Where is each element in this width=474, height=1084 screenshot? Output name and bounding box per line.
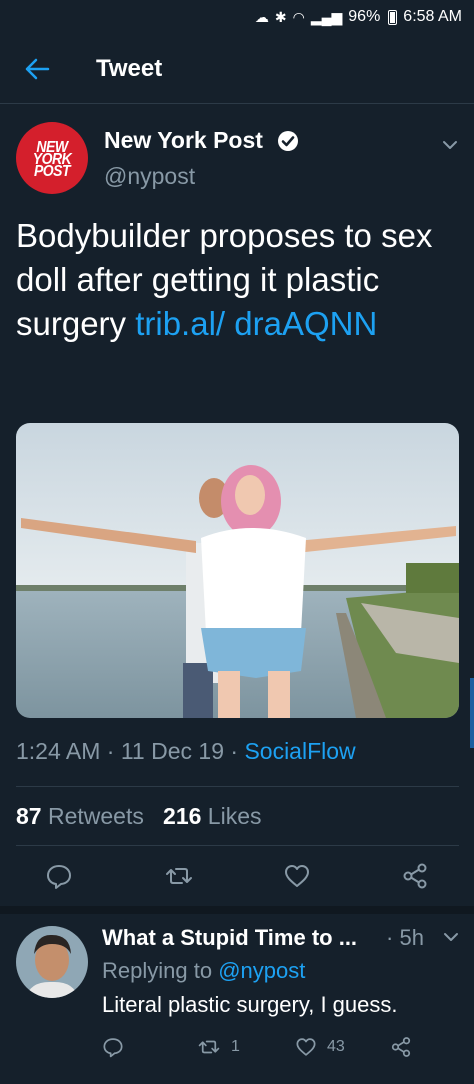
tweet-link[interactable]: trib.al/ draAQNN: [135, 305, 377, 342]
reply-icon[interactable]: [102, 1036, 124, 1058]
reply-like-count: 43: [327, 1038, 345, 1055]
likes-count: 216: [163, 803, 202, 829]
reply-retweet-count: 1: [231, 1038, 240, 1055]
reply-time-value: 5h: [399, 925, 424, 950]
retweets-label: Retweets: [47, 803, 144, 829]
separator: ·: [106, 738, 121, 764]
likes-stat[interactable]: 216 Likes: [163, 803, 261, 829]
separator: ·: [386, 925, 400, 950]
signal-icon: ▂▄▆: [310, 9, 343, 25]
photo-illustration: [16, 423, 459, 718]
clock: 6:58 AM: [403, 8, 462, 25]
battery-icon: [388, 9, 398, 25]
nypost-avatar[interactable]: NEW YORK POST: [16, 122, 88, 194]
avatar-photo: [16, 926, 88, 998]
divider: [16, 786, 459, 787]
heart-icon[interactable]: [295, 1036, 317, 1058]
retweet-icon[interactable]: [198, 1036, 220, 1058]
tweet-source[interactable]: SocialFlow: [244, 738, 355, 764]
separator: ·: [230, 738, 245, 764]
divider: [16, 845, 459, 846]
share-icon[interactable]: [401, 862, 429, 890]
retweet-icon[interactable]: [165, 862, 193, 890]
replying-to-handle[interactable]: @nypost: [218, 958, 305, 983]
bluetooth-icon: ✱: [274, 9, 287, 25]
reply-actions: 1 43: [0, 1032, 474, 1062]
reply-text: Literal plastic surgery, I guess.: [102, 992, 398, 1017]
section-divider: [0, 906, 474, 914]
tweet-text: Bodybuilder proposes to sex doll after g…: [16, 214, 456, 346]
tweet-time: 1:24 AM: [16, 738, 101, 764]
author-name[interactable]: New York Post: [104, 127, 263, 154]
tweet-meta: 1:24 AM · 11 Dec 19 · SocialFlow: [16, 738, 356, 765]
retweets-count: 87: [16, 803, 42, 829]
cloud-icon: ☁: [254, 9, 269, 25]
retweets-stat[interactable]: 87 Retweets: [16, 803, 144, 829]
battery-percent: 96%: [348, 8, 381, 25]
tweet-stats: 87 Retweets 216 Likes: [16, 803, 262, 830]
back-button[interactable]: [22, 54, 52, 84]
reply-time: · 5h: [386, 925, 424, 951]
avatar-text-3: POST: [33, 160, 71, 180]
reply-author-name[interactable]: What a Stupid Time to ...: [102, 925, 357, 951]
likes-label: Likes: [207, 803, 262, 829]
reply-icon[interactable]: [45, 862, 73, 890]
back-arrow-icon: [25, 58, 50, 80]
chevron-down-icon[interactable]: [442, 928, 460, 946]
verified-badge-icon: [278, 131, 298, 151]
top-bar: Tweet: [0, 34, 474, 104]
chevron-down-icon[interactable]: [440, 135, 460, 155]
scrollbar[interactable]: [470, 678, 474, 748]
replying-to-label: Replying to: [102, 958, 213, 983]
reply-avatar[interactable]: [16, 926, 88, 998]
share-icon[interactable]: [390, 1036, 412, 1058]
heart-icon[interactable]: [283, 862, 311, 890]
wifi-icon: ◠: [292, 9, 305, 25]
replying-to: Replying to @nypost: [102, 958, 305, 984]
author-handle[interactable]: @nypost: [104, 163, 195, 190]
tweet-actions: [0, 858, 474, 898]
page-title: Tweet: [96, 55, 163, 82]
tweet-date: 11 Dec 19: [120, 738, 224, 764]
tweet-photo[interactable]: [16, 423, 459, 718]
status-bar: ☁ ✱ ◠ ▂▄▆ 96% 6:58 AM: [0, 0, 474, 34]
